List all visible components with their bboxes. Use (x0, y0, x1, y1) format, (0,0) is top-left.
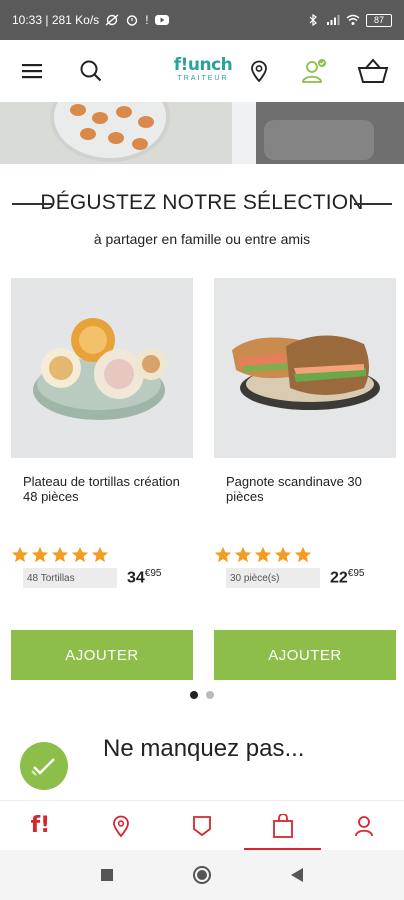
quantity-badge: 30 pièce(s) (226, 568, 320, 588)
alarm-icon (126, 15, 138, 26)
price-cents: €95 (347, 568, 365, 579)
product-price: 34€95 (127, 568, 161, 587)
user-icon (302, 59, 326, 83)
star-icon (91, 546, 109, 563)
title-divider-left (12, 203, 52, 205)
star-icon (71, 546, 89, 563)
nav-restaurants[interactable] (81, 801, 162, 850)
star-icon (294, 546, 312, 563)
carousel-pagination (0, 691, 404, 699)
product-image[interactable] (214, 278, 396, 458)
star-icon (234, 546, 252, 563)
bluetooth-icon (309, 14, 317, 26)
system-navigation-bar (0, 850, 404, 900)
search-icon (80, 60, 102, 82)
section-header: DÉGUSTEZ NOTRE SÉLECTION (0, 186, 404, 220)
teaser-badge (20, 742, 68, 790)
hero-plate (50, 102, 170, 162)
section-subtitle: à partager en famille ou entre amis (93, 231, 311, 247)
carousel-dot[interactable] (190, 691, 198, 699)
shopping-bag-icon (272, 813, 293, 838)
product-card[interactable]: Plateau de tortillas création 48 pièces … (11, 278, 193, 680)
star-icon (274, 546, 292, 563)
star-icon (214, 546, 232, 563)
location-icon (113, 815, 130, 837)
brand-logo[interactable]: f!unch TRAITEUR (172, 56, 234, 83)
product-title[interactable]: Plateau de tortillas création 48 pièces (23, 474, 188, 504)
location-icon (251, 60, 267, 82)
home-logo-icon: f! (30, 813, 51, 838)
product-title[interactable]: Pagnote scandinave 30 pièces (226, 474, 391, 504)
app-header: f!unch TRAITEUR (0, 40, 404, 102)
wifi-icon (346, 14, 360, 25)
battery-icon: 87 (366, 13, 392, 27)
offers-icon (193, 815, 211, 836)
sync-off-icon (105, 14, 119, 26)
star-icon (51, 546, 69, 563)
menu-icon (22, 64, 42, 79)
price-main: 22 (330, 569, 348, 587)
carousel-dot[interactable] (206, 691, 214, 699)
add-to-cart-button[interactable]: AJOUTER (11, 630, 193, 680)
account-button[interactable] (297, 54, 331, 88)
back-button-icon[interactable] (290, 867, 304, 883)
product-price: 22€95 (330, 568, 364, 587)
recents-button-icon[interactable] (100, 868, 114, 882)
price-main: 34 (127, 569, 145, 587)
rating-stars (11, 546, 109, 564)
product-card[interactable]: Pagnote scandinave 30 pièces 30 pièce(s)… (214, 278, 396, 680)
checkmark-icon (31, 758, 55, 776)
title-divider-right (354, 203, 392, 205)
nav-offers[interactable] (162, 801, 243, 850)
hero-banner-image (0, 102, 404, 164)
search-button[interactable] (74, 54, 108, 88)
price-cents: €95 (144, 568, 162, 579)
nav-home[interactable]: f! (0, 801, 81, 850)
brand-name: f!unch (173, 55, 233, 75)
star-icon (254, 546, 272, 563)
status-bar: 10:33 | 281 Ko/s ! 87 (0, 0, 404, 40)
brand-subtitle: TRAITEUR (177, 75, 229, 82)
section-title: DÉGUSTEZ NOTRE SÉLECTION (34, 191, 370, 215)
signal-icon (327, 15, 340, 25)
status-time: 10:33 | 281 Ko/s (12, 13, 100, 27)
quantity-badge: 48 Tortillas (23, 568, 117, 588)
home-button-icon[interactable] (192, 865, 212, 885)
star-icon (11, 546, 29, 563)
store-locator-button[interactable] (242, 54, 276, 88)
nav-account[interactable] (323, 801, 404, 850)
youtube-icon (154, 15, 169, 25)
bottom-navigation: f! (0, 800, 404, 850)
basket-icon (357, 58, 389, 83)
menu-button[interactable] (15, 54, 49, 88)
star-icon (31, 546, 49, 563)
nav-traiteur[interactable] (242, 801, 323, 850)
basket-button[interactable] (356, 54, 390, 88)
notification-icon: ! (145, 13, 149, 27)
account-icon (354, 815, 373, 836)
teaser-heading: Ne manquez pas... (103, 735, 305, 762)
add-to-cart-button[interactable]: AJOUTER (214, 630, 396, 680)
product-image[interactable] (11, 278, 193, 458)
rating-stars (214, 546, 312, 564)
